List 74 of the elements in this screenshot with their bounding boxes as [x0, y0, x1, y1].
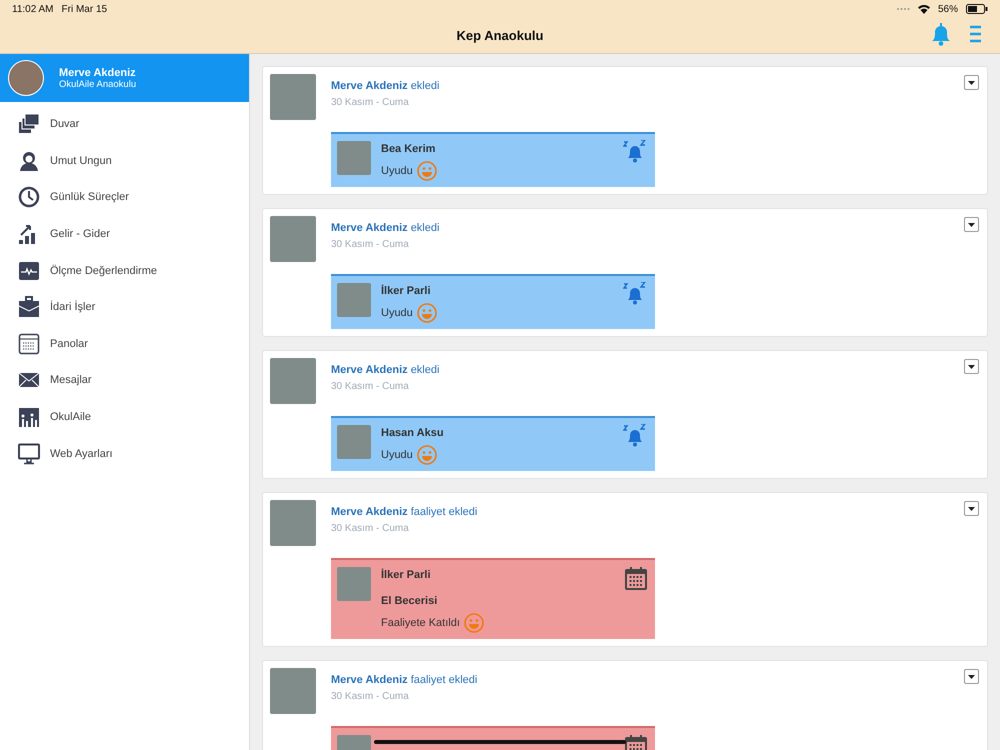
post-headline: Merve Akdeniz ekledi: [331, 80, 440, 92]
entry-status: Uyudu: [381, 449, 413, 461]
dropdown-button[interactable]: [964, 217, 979, 232]
wifi-icon: [918, 4, 930, 14]
signal-dots-icon: [896, 7, 910, 11]
post-date: 30 Kasım - Cuma: [331, 239, 409, 250]
post-date: 30 Kasım - Cuma: [331, 381, 409, 392]
smiley-icon: [416, 161, 437, 181]
post-headline: Merve Akdeniz ekledi: [331, 222, 440, 234]
battery-icon: [966, 4, 988, 14]
caret-icon: [968, 222, 975, 226]
photo-placeholder: [337, 567, 371, 601]
dropdown-button[interactable]: [964, 501, 979, 516]
sidebar-item[interactable]: İdari İşler: [0, 288, 249, 326]
sidebar-item[interactable]: Gelir - Gider: [0, 216, 249, 252]
smiley-icon: [416, 303, 437, 323]
child-name: Bea Kerim: [381, 143, 436, 155]
post-headline: Merve Akdeniz faaliyet ekledi: [331, 674, 478, 686]
sidebar-item[interactable]: Duvar: [0, 106, 249, 143]
post-date: 30 Kasım - Cuma: [331, 523, 409, 534]
dropdown-button[interactable]: [964, 359, 979, 374]
child-name: Hasan Aksu: [381, 427, 444, 439]
sleeping-bell-icon: [623, 140, 647, 164]
dropdown-button[interactable]: [964, 75, 979, 90]
family-icon: [18, 406, 40, 428]
battery-percent: 56%: [938, 4, 958, 14]
status-date: Fri Mar 15: [62, 4, 108, 14]
entry-status: Uyudu: [381, 165, 413, 177]
post-date: 30 Kasım - Cuma: [331, 97, 409, 108]
photo-placeholder: [337, 425, 371, 459]
sidebar-item[interactable]: Web Ayarları: [0, 435, 249, 472]
smiley-icon: [464, 613, 484, 633]
monitor-icon: [18, 442, 40, 465]
photo-placeholder: [270, 216, 316, 262]
sidebar-item[interactable]: Günlük Süreçler: [0, 179, 249, 216]
calendar-board-icon: [18, 332, 40, 355]
post-headline: Merve Akdeniz faaliyet ekledi: [331, 506, 478, 518]
photo-placeholder: [270, 500, 316, 546]
briefcase-icon: [18, 296, 40, 318]
avatar-placeholder: [8, 60, 44, 96]
app-title: Kep Anaokulu: [456, 28, 544, 43]
child-icon: [18, 150, 40, 172]
school-name: OkulAile Anaokulu: [59, 78, 136, 90]
sleeping-bell-icon: [623, 424, 647, 448]
smiley-icon: [416, 445, 437, 465]
sidebar-item[interactable]: Ölçme Değerlendirme: [0, 252, 249, 289]
pulse-monitor-icon: [18, 260, 40, 282]
status-time: 11:02 AM: [12, 4, 54, 14]
activity-name: El Becerisi: [381, 595, 438, 607]
calendar-icon: [625, 566, 647, 590]
entry-status: Faaliyete Katıldı: [381, 617, 460, 629]
caret-icon: [968, 364, 975, 368]
photo-placeholder: [270, 358, 316, 404]
user-name: Merve Akdeniz: [59, 66, 136, 78]
sidebar-item[interactable]: Umut Ungun: [0, 142, 249, 180]
dropdown-button[interactable]: [964, 669, 979, 684]
clock-icon: [18, 186, 40, 208]
photo-placeholder: [270, 74, 316, 120]
photo-placeholder: [337, 141, 371, 175]
sidebar-item[interactable]: Mesajlar: [0, 362, 249, 399]
caret-icon: [968, 674, 975, 678]
caret-icon: [968, 80, 975, 84]
photo-placeholder: [337, 283, 371, 317]
child-name: İlker Parli: [381, 285, 432, 297]
child-name: İlker Parli: [381, 569, 432, 581]
photo-placeholder: [270, 668, 316, 714]
post-date: 30 Kasım - Cuma: [331, 691, 409, 702]
caret-icon: [968, 506, 975, 510]
sleeping-bell-icon: [623, 282, 647, 306]
stacked-cards-icon: [18, 113, 40, 136]
entry-status: Uyudu: [381, 307, 413, 319]
sidebar-item[interactable]: Panolar: [0, 326, 249, 362]
post-headline: Merve Akdeniz ekledi: [331, 364, 440, 376]
sidebar-item[interactable]: OkulAile: [0, 398, 249, 436]
